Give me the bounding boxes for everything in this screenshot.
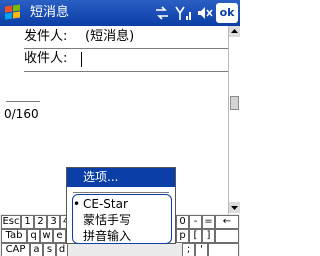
input-method-menu: 选项... • CE-Star 蒙恬手写 拼音输入 [66,167,176,244]
from-label: 发件人: [24,29,68,44]
key-enter[interactable] [208,243,239,256]
to-label: 收件人: [24,51,68,66]
arrow-down-icon [231,206,238,210]
signal-strength-icon[interactable] [175,4,193,22]
vertical-scrollbar[interactable] [228,26,240,214]
text-caret [81,52,82,67]
start-button[interactable] [2,2,24,24]
key-0[interactable]: 0 [176,215,189,229]
connectivity-arrows-icon[interactable] [154,4,170,22]
key-1[interactable]: 1 [21,215,34,229]
key-backspace[interactable]: ← [215,215,239,229]
counter-divider [6,101,40,102]
key-e[interactable]: e [53,229,66,243]
to-underline [24,71,228,72]
key-d[interactable]: d [56,243,68,256]
key-right-bracket[interactable]: ] [202,229,215,243]
arrow-up-icon [231,29,238,33]
key-blank[interactable] [215,229,239,243]
menu-options-item[interactable]: 选项... [67,168,175,187]
key-tab[interactable]: Tab [1,229,27,243]
menu-item-label: 拼音输入 [83,229,132,243]
menu-item-label: CE-Star [83,197,128,211]
windows-flag-icon [5,4,20,20]
key-left-bracket[interactable]: [ [189,229,202,243]
key-quote[interactable]: ' [195,243,208,256]
to-field[interactable]: 收件人: [24,48,228,70]
menu-separator [73,192,169,193]
key-a[interactable]: a [30,243,43,256]
key-equals[interactable]: = [202,215,215,229]
scroll-up-button[interactable] [229,26,240,37]
scroll-thumb[interactable] [230,96,239,110]
menu-item-ce-star[interactable]: • CE-Star [73,196,128,212]
ok-button[interactable]: ok [216,3,238,23]
key-s[interactable]: s [43,243,56,256]
menu-item-label: 蒙恬手写 [83,213,132,227]
key-caps[interactable]: CAP [1,243,30,256]
app-title: 短消息 [30,5,70,20]
speaker-icon[interactable] [196,4,214,22]
selected-bullet-icon: • [73,197,81,211]
key-p[interactable]: p [176,229,189,243]
key-w[interactable]: w [40,229,53,243]
char-counter: 0/160 [4,107,39,121]
key-3[interactable]: 3 [47,215,60,229]
key-minus[interactable]: - [189,215,202,229]
title-bar: 短消息 ok [0,0,240,26]
from-field: 发件人: (短消息) [24,26,228,48]
from-value: (短消息) [85,29,135,44]
key-q[interactable]: q [27,229,40,243]
menu-item-pinyin[interactable]: 拼音输入 [83,228,131,244]
scroll-down-button[interactable] [229,202,240,213]
key-semicolon[interactable]: ; [182,243,195,256]
key-esc[interactable]: Esc [1,215,21,229]
menu-item-handwriting[interactable]: 蒙恬手写 [83,212,131,228]
key-2[interactable]: 2 [34,215,47,229]
